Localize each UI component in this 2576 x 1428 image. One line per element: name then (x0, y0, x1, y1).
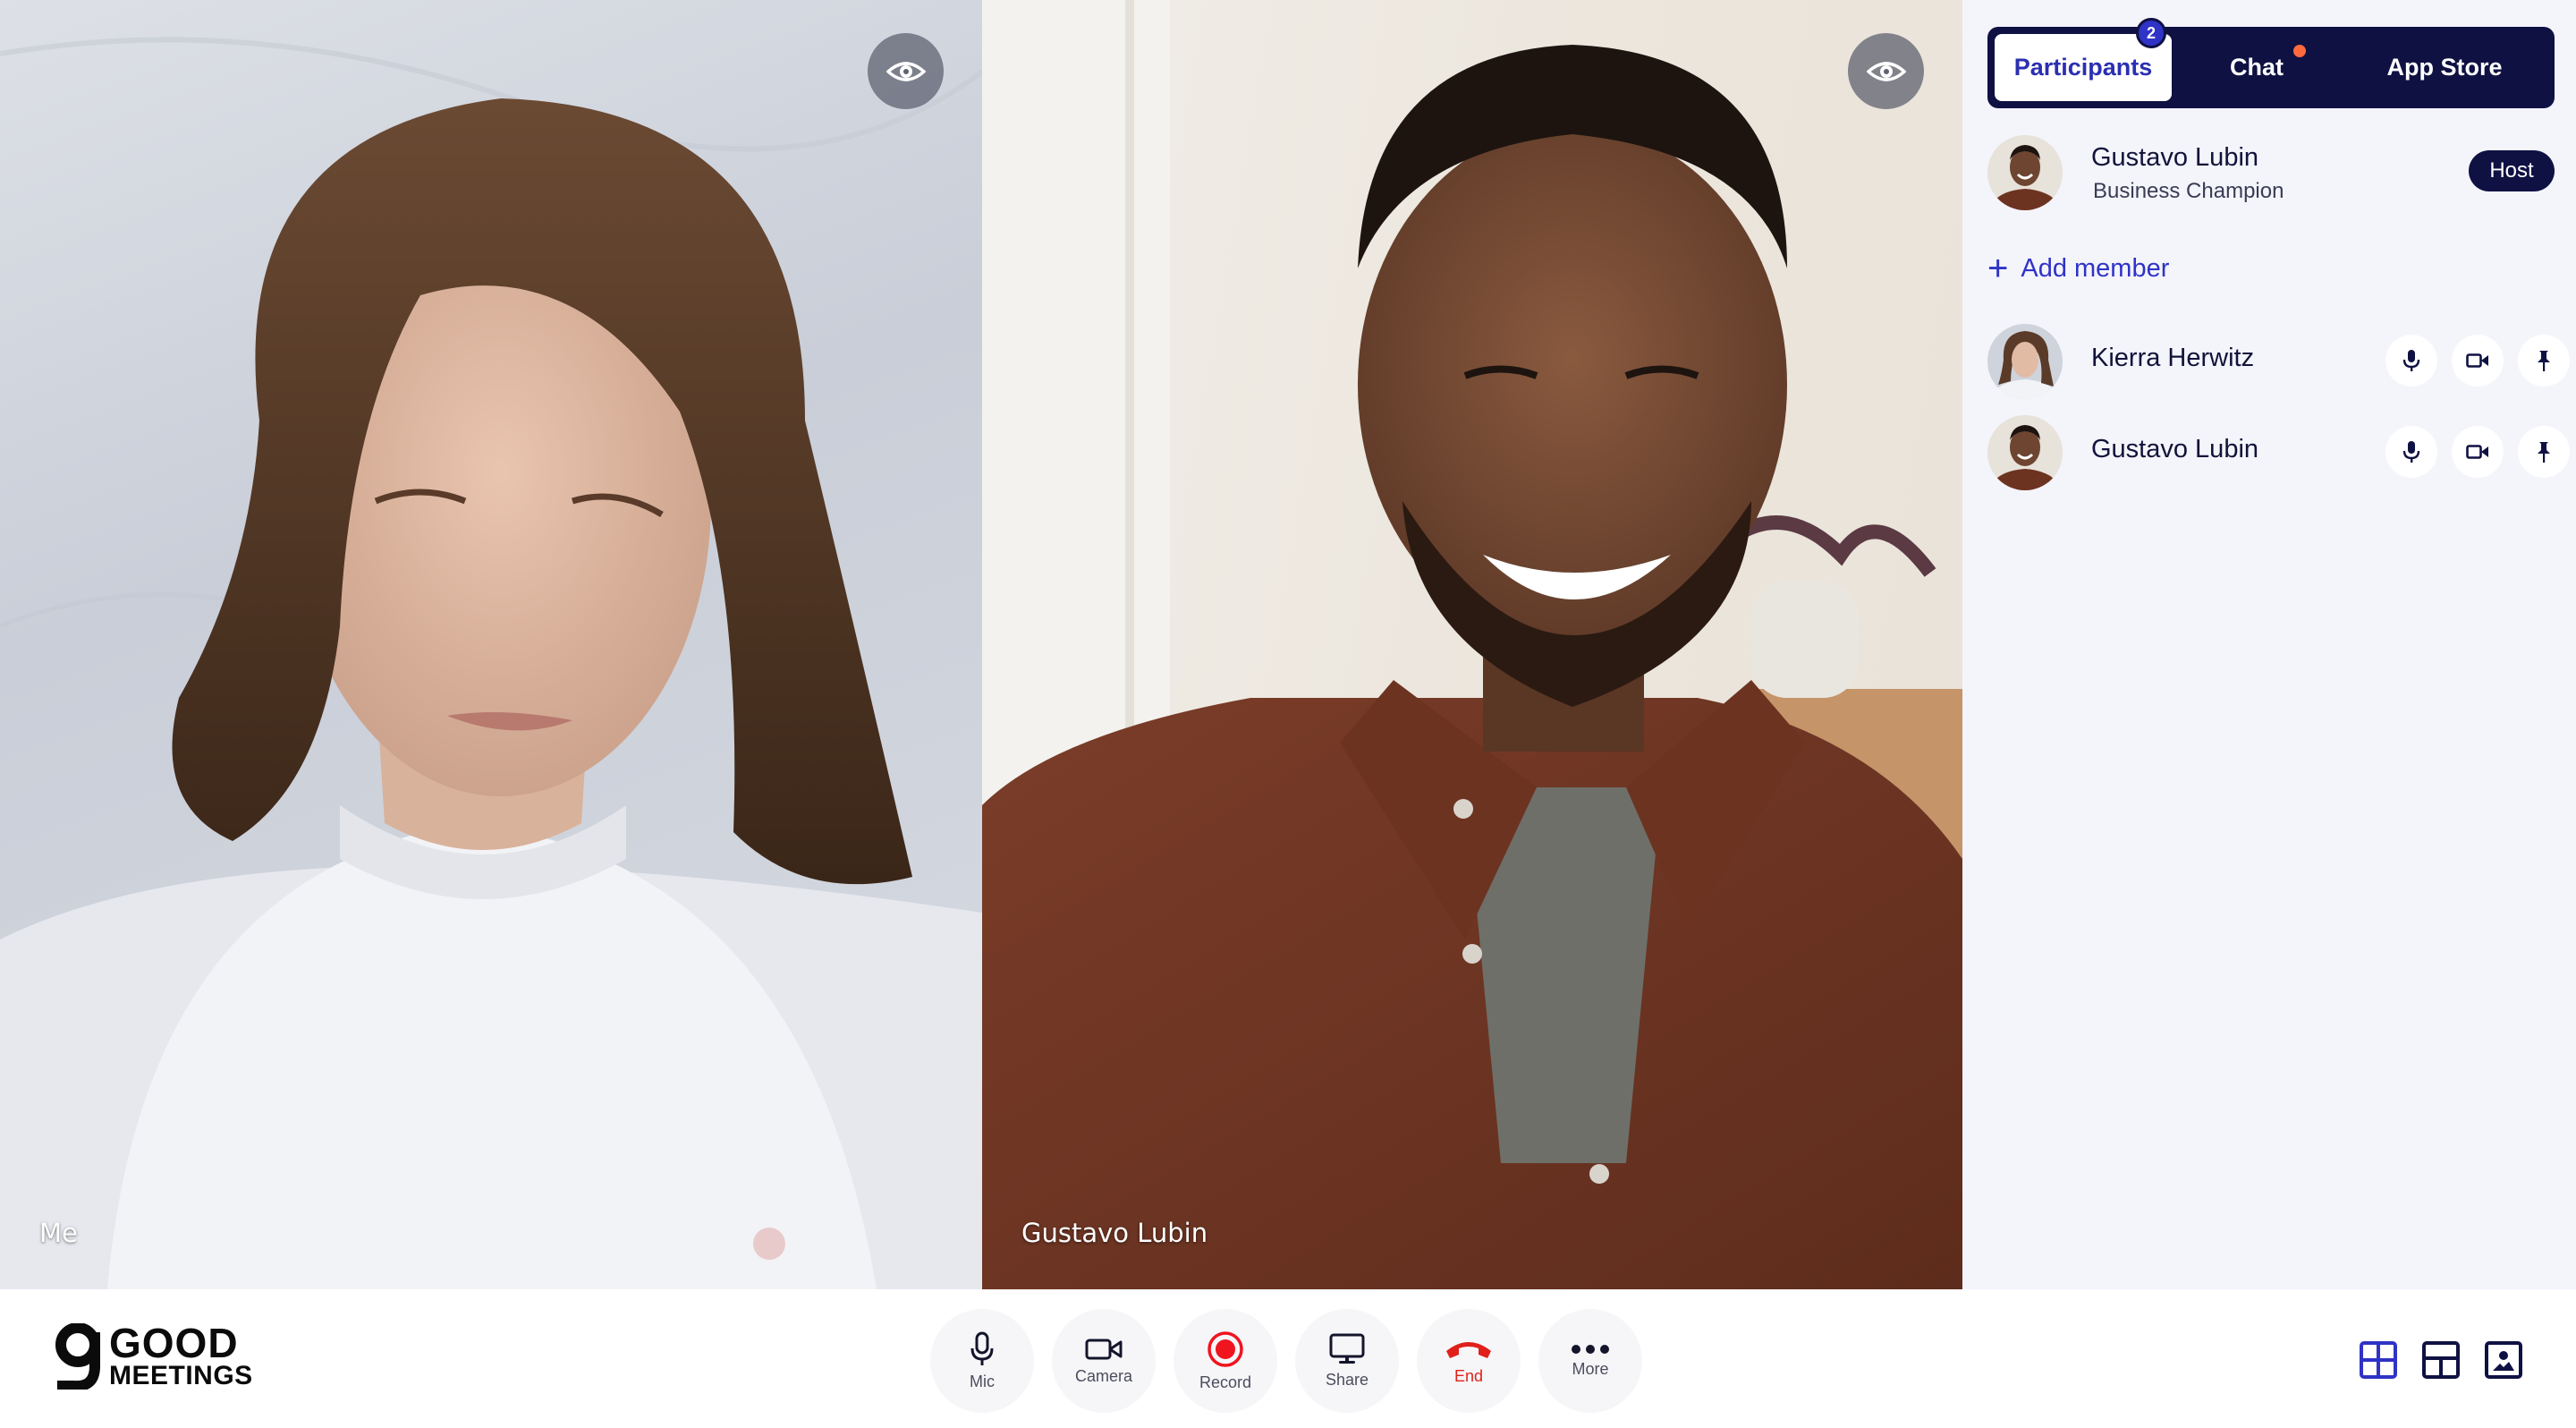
camera-button-label: Camera (1074, 1366, 1133, 1385)
more-button-label: More (1572, 1359, 1609, 1378)
participant-label-me: Me (39, 1218, 78, 1248)
participant-mic-button[interactable] (2385, 335, 2437, 387)
record-icon (1208, 1330, 1243, 1367)
tab-participants-label: Participants (2013, 54, 2153, 81)
camera-icon (2466, 353, 2488, 368)
hide-video-button[interactable] (868, 33, 944, 109)
video-feed-gustavo (982, 0, 1962, 1289)
grid-layout-button[interactable] (2356, 1338, 2401, 1382)
end-call-button[interactable]: End (1417, 1309, 1521, 1413)
end-call-icon (1446, 1341, 1491, 1358)
video-feed-me (0, 37, 982, 1289)
hide-video-button[interactable] (1848, 33, 1924, 109)
tab-chat-label: Chat (2230, 54, 2284, 81)
pin-icon (2538, 351, 2550, 371)
logo-text-line2: MEETINGS (109, 1360, 253, 1390)
camera-button[interactable]: Camera (1052, 1309, 1156, 1413)
participant-row[interactable]: Kierra Herwitz (1987, 322, 2570, 401)
plus-icon: + (1987, 249, 2009, 288)
meeting-window: Me Gustavo Lubin Participants 2 Chat App… (0, 0, 2576, 1428)
record-button[interactable]: Record (1174, 1309, 1277, 1413)
participant-name: Kierra Herwitz (2091, 344, 2255, 372)
mic-button[interactable]: Mic (930, 1309, 1034, 1413)
host-row: Gustavo Lubin Business Champion Host (1987, 132, 2555, 213)
record-button-label: Record (1199, 1373, 1252, 1391)
video-tile-me[interactable]: Me (0, 0, 982, 1289)
more-button[interactable]: More (1538, 1309, 1642, 1413)
participant-camera-button[interactable] (2452, 426, 2504, 478)
screen-share-icon (1329, 1333, 1365, 1364)
participant-pin-button[interactable] (2518, 335, 2570, 387)
more-icon (1572, 1344, 1609, 1354)
unread-dot (2293, 45, 2306, 57)
focus-layout-icon (2485, 1341, 2522, 1379)
pin-icon (2538, 442, 2550, 463)
host-role: Business Champion (2093, 179, 2284, 203)
add-member-label: Add member (2021, 253, 2170, 283)
panel-tabs: Participants 2 Chat App Store (1987, 18, 2555, 108)
mic-icon (970, 1331, 994, 1365)
end-call-button-label: End (1453, 1366, 1484, 1385)
split-layout-button[interactable] (2419, 1338, 2463, 1382)
avatar (1987, 415, 2063, 490)
avatar (1987, 135, 2063, 210)
participant-mic-button[interactable] (2385, 426, 2437, 478)
participant-camera-button[interactable] (2452, 335, 2504, 387)
camera-icon (2466, 445, 2488, 459)
participants-panel: Participants 2 Chat App Store Gustavo Lu… (1962, 0, 2576, 1289)
grid-layout-icon (2360, 1341, 2397, 1379)
tab-participants[interactable]: Participants 2 (1995, 18, 2172, 101)
eye-icon (886, 61, 926, 81)
host-badge: Host (2469, 150, 2555, 191)
bottom-toolbar: GOOD MEETINGS Mic Camera Record Share En… (0, 1289, 2576, 1428)
focus-layout-button[interactable] (2481, 1338, 2526, 1382)
eye-icon (1866, 61, 1906, 81)
mic-button-label: Mic (970, 1372, 995, 1390)
mic-icon (2402, 441, 2420, 463)
logo-text-line1: GOOD (109, 1319, 239, 1366)
avatar (1987, 324, 2063, 399)
participant-row[interactable]: Gustavo Lubin (1987, 413, 2570, 492)
participant-name: Gustavo Lubin (2091, 435, 2259, 463)
tab-app-store[interactable]: App Store (2342, 34, 2547, 101)
mic-icon (2402, 350, 2420, 371)
add-member-button[interactable]: + Add member (1987, 249, 2169, 288)
host-name: Gustavo Lubin (2091, 143, 2259, 172)
brand-logo: GOOD MEETINGS (52, 1319, 253, 1390)
participant-label-gustavo: Gustavo Lubin (1021, 1218, 1208, 1248)
participant-pin-button[interactable] (2518, 426, 2570, 478)
tab-app-store-label: App Store (2386, 54, 2503, 81)
split-layout-icon (2422, 1341, 2460, 1379)
tab-chat[interactable]: Chat (2172, 34, 2342, 101)
video-tile-gustavo[interactable]: Gustavo Lubin (982, 0, 1962, 1289)
share-button[interactable]: Share (1295, 1309, 1399, 1413)
participants-count-badge: 2 (2136, 18, 2166, 48)
camera-icon (1085, 1339, 1123, 1359)
logo-mark-icon (55, 1323, 100, 1390)
share-button-label: Share (1325, 1370, 1369, 1389)
